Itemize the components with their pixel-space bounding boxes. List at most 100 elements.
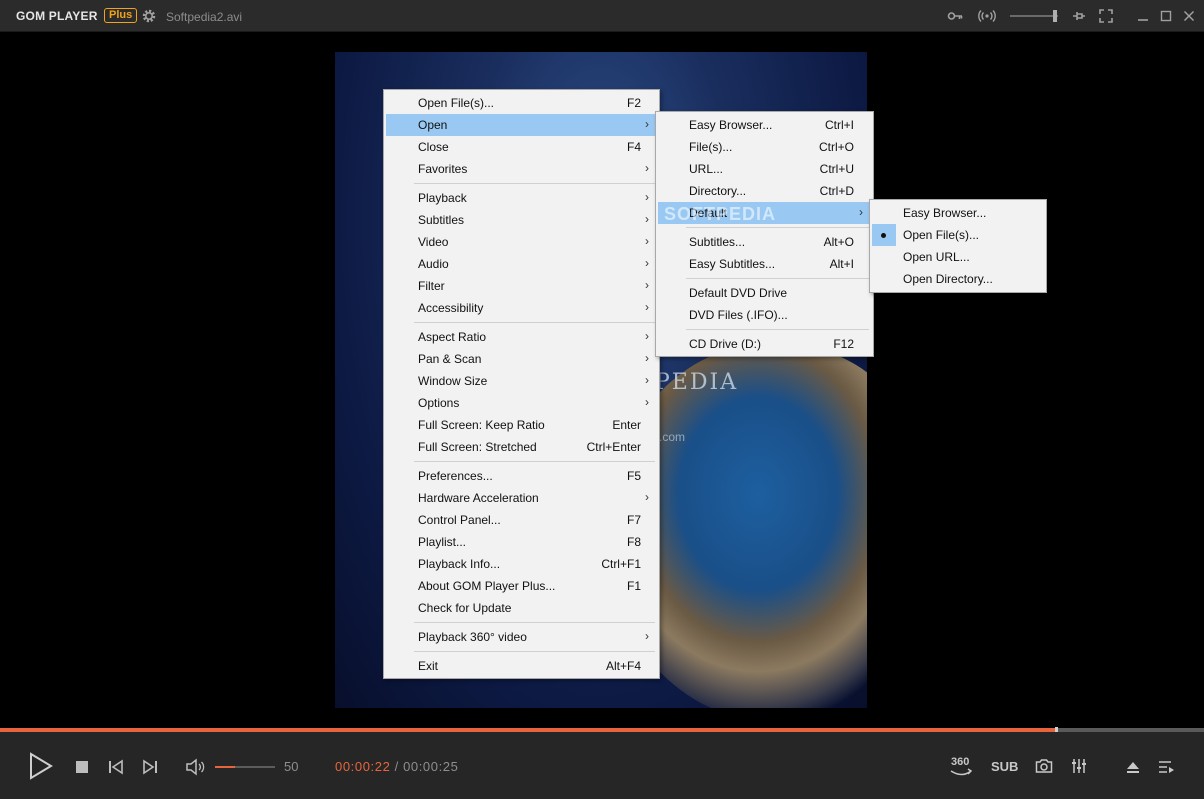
- menu-item-label: Control Panel...: [418, 513, 501, 527]
- menu-item-label: About GOM Player Plus...: [418, 579, 556, 593]
- menu-item-hardware-acceleration[interactable]: Hardware Acceleration ›: [386, 487, 657, 509]
- menu-separator: [686, 278, 869, 279]
- menu-item-label: Subtitles...: [689, 235, 746, 249]
- menu-item-open[interactable]: Open ›: [386, 114, 657, 136]
- menu-item-label: Easy Browser...: [689, 118, 773, 132]
- menu-separator: [414, 622, 655, 623]
- volume-slider[interactable]: [215, 766, 275, 768]
- chevron-right-icon: ›: [645, 300, 649, 314]
- menu-item-open-file-s[interactable]: Open File(s)... F2: [386, 92, 657, 114]
- eject-icon[interactable]: [1125, 759, 1141, 775]
- menu-item-control-panel[interactable]: Control Panel... F7: [386, 509, 657, 531]
- equalizer-icon[interactable]: [1071, 758, 1087, 774]
- chevron-right-icon: ›: [645, 351, 649, 365]
- menu-item-shortcut: F2: [626, 96, 641, 110]
- menu-item-directory[interactable]: Directory... Ctrl+D: [658, 180, 871, 202]
- settings-gear-icon[interactable]: [141, 8, 157, 24]
- menu-item-preferences[interactable]: Preferences... F5: [386, 465, 657, 487]
- title-bar: GOM PLAYER Plus Softpedia2.avi: [0, 0, 1204, 32]
- menu-item-audio[interactable]: Audio ›: [386, 253, 657, 275]
- playlist-icon[interactable]: [1158, 759, 1176, 775]
- menu-item-favorites[interactable]: Favorites ›: [386, 158, 657, 180]
- menu-item-open-url[interactable]: Open URL...: [872, 246, 1044, 268]
- menu-item-file-s[interactable]: File(s)... Ctrl+O: [658, 136, 871, 158]
- menu-item-open-directory[interactable]: Open Directory...: [872, 268, 1044, 290]
- window-opacity-knob[interactable]: [1053, 10, 1057, 22]
- menu-item-label: Playback 360° video: [418, 630, 527, 644]
- stop-icon[interactable]: [75, 760, 89, 774]
- main-context-menu: Open File(s)... F2 Open › Close F4 Favorites › P…: [383, 89, 660, 679]
- close-icon[interactable]: [1181, 8, 1197, 24]
- menu-item-filter[interactable]: Filter ›: [386, 275, 657, 297]
- menu-item-dvd-files-ifo[interactable]: DVD Files (.IFO)...: [658, 304, 871, 326]
- menu-item-default[interactable]: Default ›: [658, 202, 871, 224]
- next-icon[interactable]: [142, 759, 158, 775]
- menu-item-easy-subtitles[interactable]: Easy Subtitles... Alt+I: [658, 253, 871, 275]
- control-bar: 50 00:00:22 / 00:00:25 360 SUB: [0, 732, 1204, 799]
- menu-item-options[interactable]: Options ›: [386, 392, 657, 414]
- menu-item-video[interactable]: Video ›: [386, 231, 657, 253]
- menu-item-playback-info[interactable]: Playback Info... Ctrl+F1: [386, 553, 657, 575]
- menu-item-shortcut: F1: [626, 579, 641, 593]
- menu-item-label: Video: [418, 235, 449, 249]
- menu-item-shortcut: F12: [833, 337, 854, 351]
- menu-item-open-file-s[interactable]: Open File(s)...: [872, 224, 1044, 246]
- menu-item-label: File(s)...: [689, 140, 733, 154]
- menu-item-label: Full Screen: Stretched: [418, 440, 537, 454]
- menu-item-label: Audio: [418, 257, 449, 271]
- menu-item-full-screen-keep-ratio[interactable]: Full Screen: Keep Ratio Enter: [386, 414, 657, 436]
- menu-item-label: Easy Subtitles...: [689, 257, 776, 271]
- subtitle-button[interactable]: SUB: [991, 759, 1018, 774]
- chevron-right-icon: ›: [645, 212, 649, 226]
- menu-item-playback[interactable]: Playback ›: [386, 187, 657, 209]
- minimize-icon[interactable]: [1135, 8, 1151, 24]
- menu-item-easy-browser[interactable]: Easy Browser...: [872, 202, 1044, 224]
- menu-item-label: Open: [418, 118, 448, 132]
- menu-item-url[interactable]: URL... Ctrl+U: [658, 158, 871, 180]
- time-separator: /: [394, 759, 399, 774]
- menu-item-label: Default: [689, 206, 728, 220]
- menu-item-close[interactable]: Close F4: [386, 136, 657, 158]
- window-opacity-slider[interactable]: [1010, 15, 1058, 17]
- menu-item-subtitles[interactable]: Subtitles... Alt+O: [658, 231, 871, 253]
- broadcast-icon[interactable]: [978, 8, 996, 24]
- fullscreen-icon[interactable]: [1098, 8, 1114, 24]
- chevron-right-icon: ›: [645, 256, 649, 270]
- menu-item-label: Open Directory...: [903, 272, 993, 286]
- menu-item-default-dvd-drive[interactable]: Default DVD Drive: [658, 282, 871, 304]
- menu-item-shortcut: Ctrl+F1: [601, 557, 641, 571]
- chevron-right-icon: ›: [645, 329, 649, 343]
- menu-item-label: Favorites: [418, 162, 468, 176]
- menu-item-label: Playback Info...: [418, 557, 501, 571]
- menu-item-easy-browser[interactable]: Easy Browser... Ctrl+I: [658, 114, 871, 136]
- menu-separator: [414, 461, 655, 462]
- menu-item-check-for-update[interactable]: Check for Update: [386, 597, 657, 619]
- menu-item-playback-360-video[interactable]: Playback 360° video ›: [386, 626, 657, 648]
- menu-item-full-screen-stretched[interactable]: Full Screen: Stretched Ctrl+Enter: [386, 436, 657, 458]
- menu-item-subtitles[interactable]: Subtitles ›: [386, 209, 657, 231]
- previous-icon[interactable]: [108, 759, 124, 775]
- maximize-icon[interactable]: [1158, 8, 1174, 24]
- menu-item-aspect-ratio[interactable]: Aspect Ratio ›: [386, 326, 657, 348]
- pin-icon[interactable]: [1071, 8, 1087, 24]
- menu-item-label: Aspect Ratio: [418, 330, 487, 344]
- menu-item-label: URL...: [689, 162, 724, 176]
- menu-item-exit[interactable]: Exit Alt+F4: [386, 655, 657, 677]
- chevron-right-icon: ›: [645, 278, 649, 292]
- menu-item-pan-scan[interactable]: Pan & Scan ›: [386, 348, 657, 370]
- camera-icon[interactable]: [1035, 758, 1053, 774]
- menu-item-cd-drive-d[interactable]: CD Drive (D:) F12: [658, 333, 871, 355]
- chevron-right-icon: ›: [859, 205, 863, 219]
- menu-item-about-gom-player-plus[interactable]: About GOM Player Plus... F1: [386, 575, 657, 597]
- 360-video-icon[interactable]: 360: [949, 756, 975, 780]
- menu-item-playlist[interactable]: Playlist... F8: [386, 531, 657, 553]
- key-icon[interactable]: [947, 8, 963, 24]
- play-icon[interactable]: [28, 752, 54, 780]
- menu-item-shortcut: Ctrl+O: [818, 140, 854, 154]
- menu-item-shortcut: Ctrl+D: [819, 184, 854, 198]
- menu-item-accessibility[interactable]: Accessibility ›: [386, 297, 657, 319]
- speaker-icon[interactable]: [185, 758, 205, 776]
- volume-value: 50: [284, 759, 299, 774]
- menu-item-window-size[interactable]: Window Size ›: [386, 370, 657, 392]
- menu-item-shortcut: F7: [626, 513, 641, 527]
